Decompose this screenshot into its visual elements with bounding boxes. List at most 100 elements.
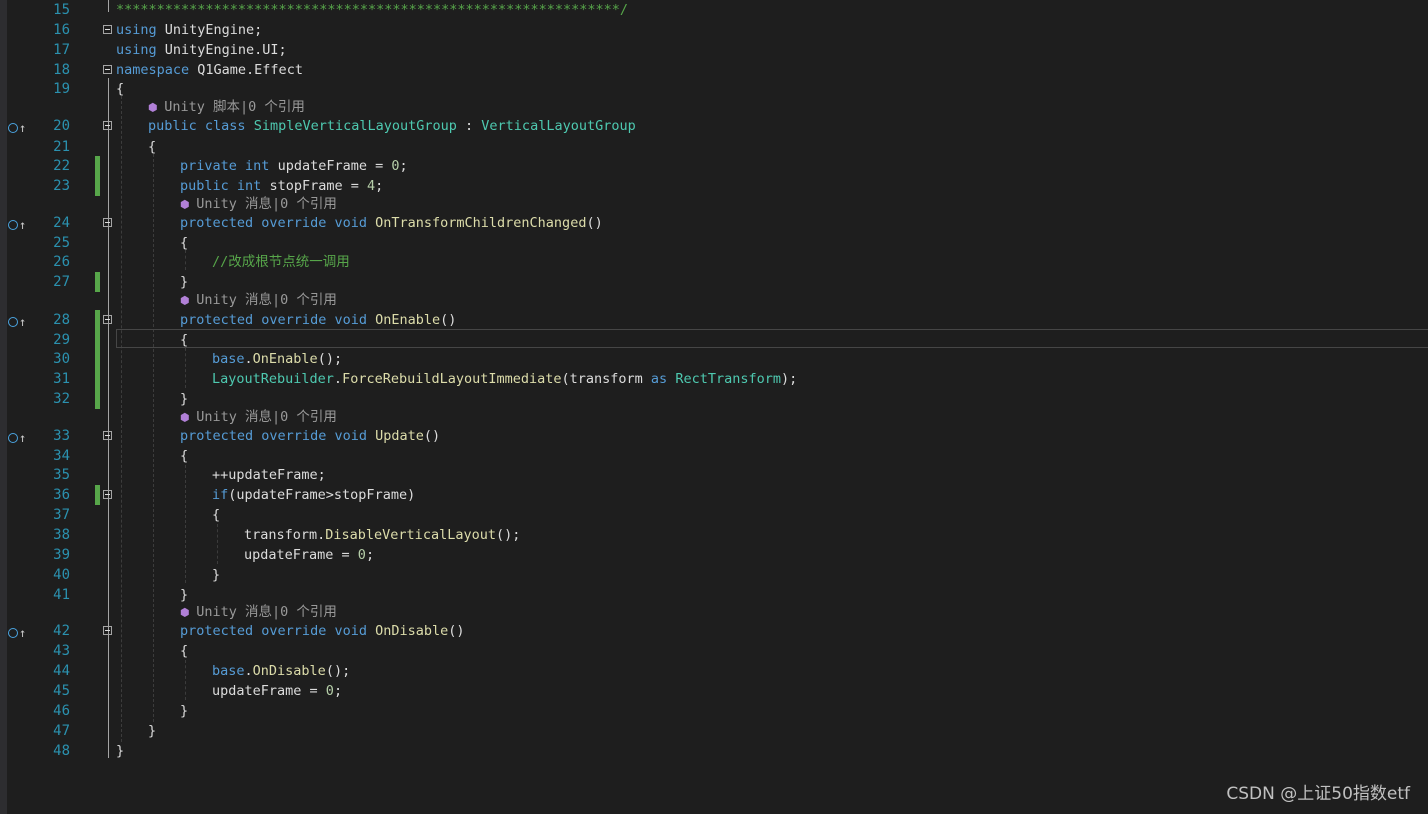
code-token: Q1Game.Effect bbox=[189, 62, 303, 78]
method-name: OnEnable bbox=[252, 351, 318, 367]
method-override-icon[interactable]: ↑ bbox=[8, 623, 30, 640]
code-text: base.OnDisable(); bbox=[212, 661, 350, 681]
code-editor[interactable]: 15 **************************************… bbox=[0, 0, 1428, 814]
code-line: 47} bbox=[0, 721, 1428, 741]
code-token: ; bbox=[365, 547, 375, 563]
code-text: protected override void Update() bbox=[180, 426, 440, 446]
code-line: 19 { bbox=[0, 79, 1428, 99]
code-token: transform. bbox=[244, 527, 326, 543]
fold-collapse-icon[interactable] bbox=[103, 25, 112, 34]
code-token: (); bbox=[317, 351, 343, 367]
csdn-watermark: CSDN @上证50指数etf bbox=[1226, 784, 1410, 804]
class-override-icon[interactable]: ↑ bbox=[8, 118, 30, 135]
code-token: } bbox=[148, 723, 157, 739]
code-token: () bbox=[586, 215, 603, 231]
code-text: updateFrame = 0; bbox=[212, 681, 342, 701]
method-name: OnTransformChildrenChanged bbox=[375, 215, 587, 231]
line-number: 32 bbox=[53, 391, 70, 407]
method-override-icon[interactable]: ↑ bbox=[8, 312, 30, 329]
line-number: 26 bbox=[53, 254, 70, 270]
keyword: override bbox=[261, 215, 327, 231]
keyword: protected bbox=[180, 215, 254, 231]
code-text: } bbox=[212, 565, 220, 585]
line-number: 33 bbox=[53, 428, 70, 444]
codelens-label: Unity 消息|0 个引用 bbox=[196, 604, 337, 620]
code-text: if(updateFrame>stopFrame) bbox=[212, 485, 415, 505]
code-text: { bbox=[180, 446, 188, 466]
fold-collapse-icon[interactable] bbox=[103, 218, 112, 227]
code-token: { bbox=[212, 507, 221, 523]
code-text: { bbox=[180, 330, 188, 350]
code-token: updateFrame = bbox=[212, 683, 326, 699]
code-line: 33 ↑ protected override void Update() bbox=[0, 426, 1428, 446]
fold-collapse-icon[interactable] bbox=[103, 626, 112, 635]
code-text: private int updateFrame = 0; bbox=[180, 156, 408, 176]
keyword: protected bbox=[180, 428, 254, 444]
code-token: ; bbox=[333, 683, 343, 699]
code-token: ++updateFrame; bbox=[212, 467, 326, 483]
code-token: ); bbox=[780, 371, 798, 387]
code-line: 26 //改成根节点统一调用 bbox=[0, 252, 1428, 272]
code-line: 21 { bbox=[0, 137, 1428, 157]
code-token: (transform bbox=[561, 371, 651, 387]
code-token: ****************************************… bbox=[116, 2, 629, 18]
code-text: } bbox=[148, 721, 156, 741]
line-number: 23 bbox=[53, 178, 70, 194]
keyword: public bbox=[148, 118, 197, 134]
unity-cube-icon: ⬢ bbox=[148, 101, 165, 114]
code-token: () bbox=[448, 623, 465, 639]
code-text: protected override void OnEnable() bbox=[180, 310, 456, 330]
fold-collapse-icon[interactable] bbox=[103, 121, 112, 130]
codelens-row[interactable]: ⬢ Unity 消息|0 个引用 bbox=[0, 603, 1428, 621]
method-override-icon[interactable]: ↑ bbox=[8, 215, 30, 232]
codelens-row[interactable]: ⬢ Unity 消息|0 个引用 bbox=[0, 408, 1428, 426]
code-text: updateFrame = 0; bbox=[244, 545, 374, 565]
code-token: { bbox=[148, 139, 157, 155]
change-marker bbox=[95, 485, 100, 505]
codelens-row[interactable]: ⬢ Unity 消息|0 个引用 bbox=[0, 195, 1428, 213]
code-text: protected override void OnDisable() bbox=[180, 621, 465, 641]
code-text: } bbox=[180, 272, 188, 292]
change-marker bbox=[95, 156, 100, 176]
code-text: { bbox=[116, 79, 124, 99]
code-token: UnityEngine; bbox=[156, 22, 263, 38]
code-line: 37 { bbox=[0, 505, 1428, 525]
class-name: SimpleVerticalLayoutGroup bbox=[253, 118, 457, 134]
code-line: 38 transform.DisableVerticalLayout(); bbox=[0, 525, 1428, 545]
change-marker bbox=[95, 389, 100, 409]
code-line: 46} bbox=[0, 701, 1428, 721]
line-number: 47 bbox=[53, 723, 70, 739]
code-line: 18 namespace Q1Game.Effect bbox=[0, 60, 1428, 80]
line-number: 27 bbox=[53, 274, 70, 290]
line-number: 46 bbox=[53, 703, 70, 719]
change-marker bbox=[95, 272, 100, 292]
code-token: (updateFrame>stopFrame) bbox=[228, 487, 416, 503]
code-text: using UnityEngine; bbox=[116, 20, 262, 40]
change-marker bbox=[95, 310, 100, 330]
code-text: namespace Q1Game.Effect bbox=[116, 60, 303, 80]
codelens-row[interactable]: ⬢ Unity 消息|0 个引用 bbox=[0, 291, 1428, 309]
line-number: 35 bbox=[53, 467, 70, 483]
keyword: using bbox=[116, 22, 157, 38]
fold-collapse-icon[interactable] bbox=[103, 315, 112, 324]
fold-collapse-icon[interactable] bbox=[103, 490, 112, 499]
code-token: () bbox=[440, 312, 457, 328]
line-number: 22 bbox=[53, 158, 70, 174]
fold-collapse-icon[interactable] bbox=[103, 65, 112, 74]
code-line: 31 LayoutRebuilder.ForceRebuildLayoutImme… bbox=[0, 369, 1428, 389]
type-name: LayoutRebuilder bbox=[212, 371, 334, 387]
code-line: 39 updateFrame = 0; bbox=[0, 545, 1428, 565]
base-class-name: VerticalLayoutGroup bbox=[481, 118, 636, 134]
fold-collapse-icon[interactable] bbox=[103, 431, 112, 440]
code-token: { bbox=[116, 81, 125, 97]
codelens-row[interactable]: ⬢ Unity 脚本|0 个引用 bbox=[0, 98, 1428, 116]
line-number: 24 bbox=[53, 215, 70, 231]
method-name: Update bbox=[375, 428, 424, 444]
code-text: public class SimpleVerticalLayoutGroup :… bbox=[148, 116, 636, 136]
number: 4 bbox=[366, 178, 376, 194]
code-token: stopFrame = bbox=[261, 178, 367, 194]
method-override-icon[interactable]: ↑ bbox=[8, 428, 30, 445]
